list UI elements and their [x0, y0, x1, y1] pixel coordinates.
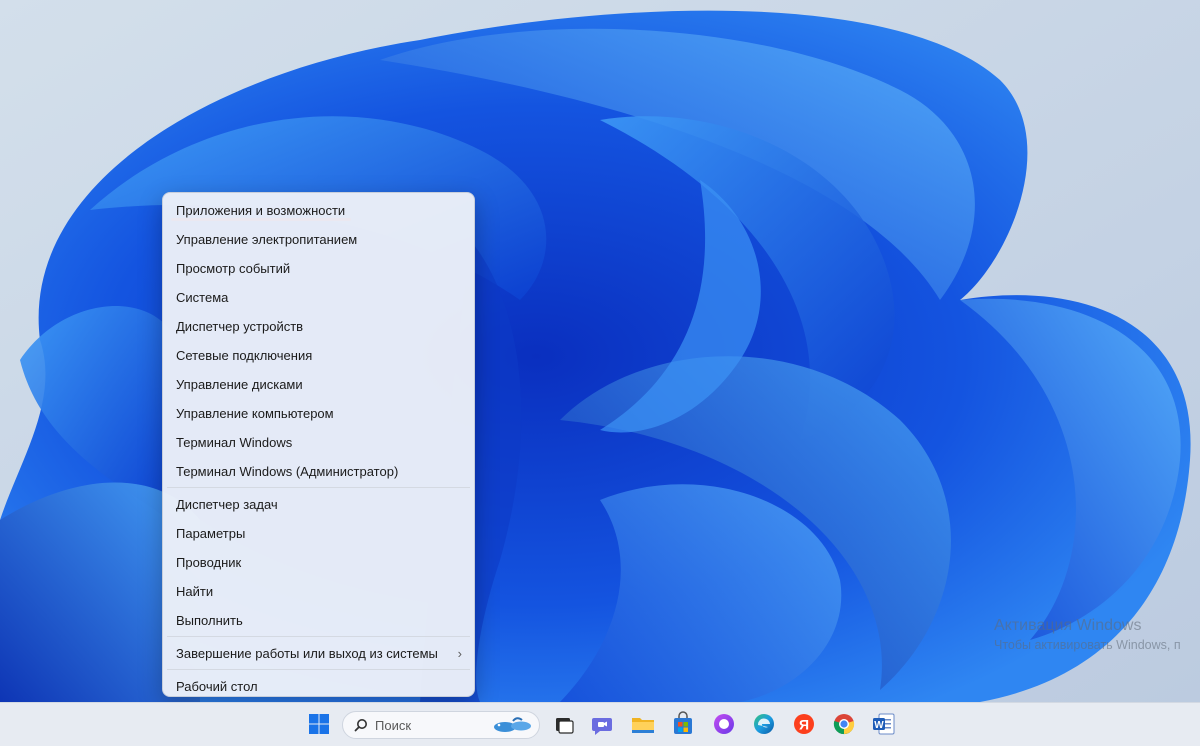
file-explorer-icon[interactable]	[629, 710, 657, 738]
chat-icon[interactable]	[588, 710, 616, 738]
edge-icon[interactable]	[750, 710, 778, 738]
chrome-icon[interactable]	[830, 710, 858, 738]
taskbar: Поиск Я W	[0, 702, 1200, 746]
menu-separator	[167, 487, 470, 488]
activation-watermark: Активация Windows Чтобы активировать Win…	[994, 617, 1181, 652]
menu-item-windows-terminal[interactable]: Терминал Windows	[163, 428, 474, 457]
menu-item-power-options[interactable]: Управление электропитанием	[163, 225, 474, 254]
menu-item-run[interactable]: Выполнить	[163, 606, 474, 635]
menu-item-device-manager[interactable]: Диспетчер устройств	[163, 312, 474, 341]
menu-item-system[interactable]: Система	[163, 283, 474, 312]
svg-text:W: W	[874, 720, 884, 731]
menu-item-computer-management[interactable]: Управление компьютером	[163, 399, 474, 428]
svg-text:Я: Я	[799, 717, 809, 733]
menu-item-apps-features[interactable]: Приложения и возможности	[163, 196, 474, 225]
alice-icon[interactable]	[710, 710, 738, 738]
yandex-browser-icon[interactable]: Я	[790, 710, 818, 738]
menu-item-shutdown[interactable]: Завершение работы или выход из системы ›	[163, 639, 474, 668]
menu-item-settings[interactable]: Параметры	[163, 519, 474, 548]
menu-item-file-explorer[interactable]: Проводник	[163, 548, 474, 577]
search-icon	[354, 719, 367, 732]
menu-item-network-connections[interactable]: Сетевые подключения	[163, 341, 474, 370]
menu-item-search[interactable]: Найти	[163, 577, 474, 606]
task-view-icon[interactable]	[550, 710, 578, 738]
menu-item-desktop[interactable]: Рабочий стол	[163, 672, 474, 701]
activation-title: Активация Windows	[994, 617, 1142, 634]
menu-item-shutdown-label: Завершение работы или выход из системы	[176, 646, 438, 661]
winx-context-menu: Приложения и возможности Управление элек…	[162, 192, 475, 697]
store-icon[interactable]	[669, 710, 697, 738]
menu-separator	[167, 669, 470, 670]
activation-subtitle: Чтобы активировать Windows, п	[994, 638, 1181, 652]
menu-item-disk-management[interactable]: Управление дисками	[163, 370, 474, 399]
menu-item-event-viewer[interactable]: Просмотр событий	[163, 254, 474, 283]
search-highlight-icon	[494, 717, 531, 732]
menu-item-task-manager[interactable]: Диспетчер задач	[163, 490, 474, 519]
menu-separator	[167, 636, 470, 637]
search-placeholder: Поиск	[375, 718, 412, 733]
start-icon[interactable]	[305, 710, 333, 738]
taskbar-search[interactable]: Поиск	[342, 711, 540, 739]
menu-item-windows-terminal-admin[interactable]: Терминал Windows (Администратор)	[163, 457, 474, 486]
word-icon[interactable]: W	[870, 710, 898, 738]
chevron-right-icon: ›	[457, 646, 462, 661]
